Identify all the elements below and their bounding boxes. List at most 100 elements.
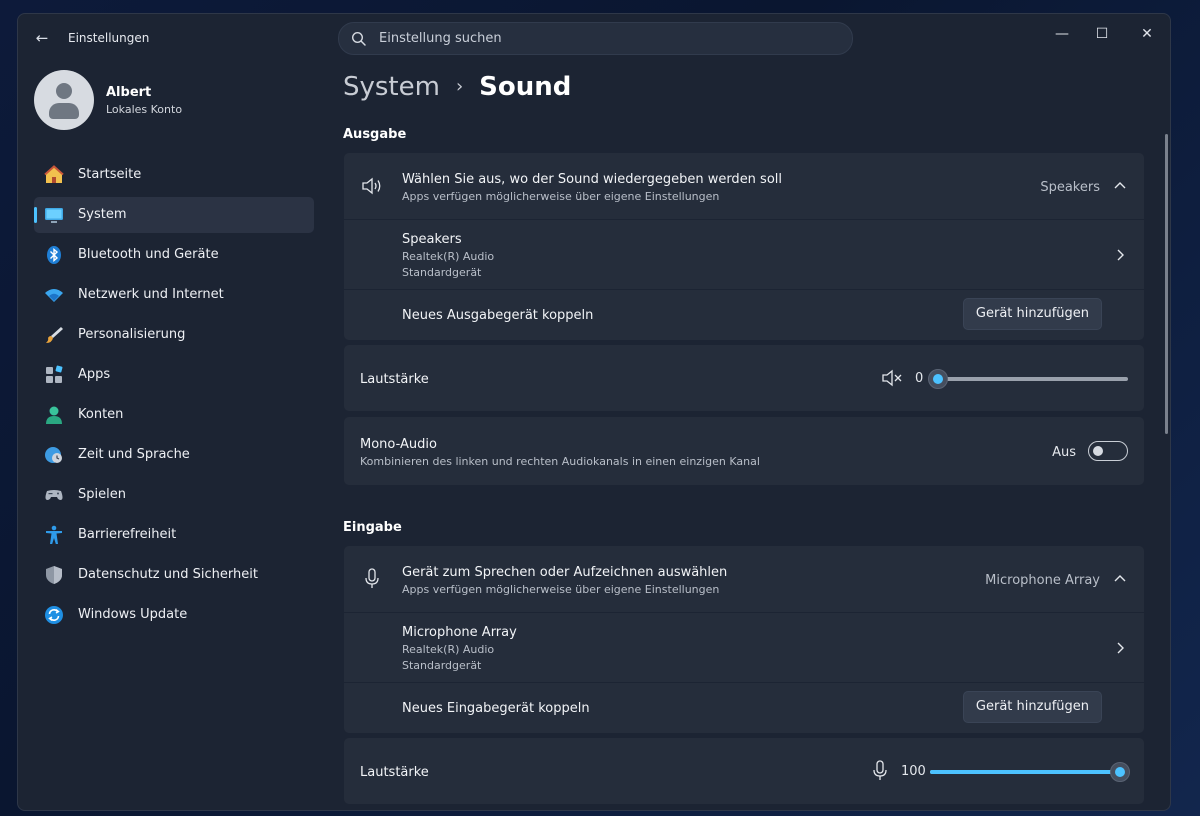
- profile-account-type: Lokales Konto: [106, 103, 183, 116]
- back-arrow-icon[interactable]: ←: [32, 28, 52, 48]
- pair-output-label: Neues Ausgabegerät koppeln: [402, 308, 594, 323]
- sidebar-item-label: Bluetooth und Geräte: [78, 247, 219, 262]
- page-title: Sound: [479, 72, 572, 102]
- brush-icon: [46, 327, 63, 343]
- sidebar-item-network[interactable]: Netzwerk und Internet: [34, 277, 314, 313]
- gamepad-icon: [45, 490, 63, 500]
- sidebar-item-accessibility[interactable]: Barrierefreiheit: [34, 517, 314, 553]
- output-volume-slider[interactable]: [938, 377, 1128, 381]
- sidebar-item-home[interactable]: Startseite: [34, 157, 314, 193]
- output-volume-thumb[interactable]: [928, 369, 948, 389]
- sidebar-item-label: Netzwerk und Internet: [78, 287, 224, 302]
- sidebar-item-label: System: [78, 207, 127, 222]
- chevron-right-icon: [1117, 249, 1124, 261]
- sidebar-item-apps[interactable]: Apps: [34, 357, 314, 393]
- output-volume-label: Lautstärke: [360, 372, 429, 387]
- input-volume-card: Lautstärke 100: [344, 738, 1144, 804]
- globe-clock-icon: [45, 447, 62, 463]
- input-volume-slider[interactable]: [930, 770, 1120, 774]
- mono-audio-state: Aus: [1052, 445, 1076, 460]
- add-output-device-button[interactable]: Gerät hinzufügen: [962, 298, 1102, 330]
- title-bar: ← Einstellungen — ☐ ✕: [18, 14, 1170, 62]
- sidebar-item-windows-update[interactable]: Windows Update: [34, 597, 314, 633]
- input-device-card: Gerät zum Sprechen oder Aufzeichnen ausw…: [344, 546, 1144, 733]
- chevron-up-icon[interactable]: [1114, 181, 1126, 189]
- output-device-select[interactable]: Wählen Sie aus, wo der Sound wiedergegeb…: [344, 153, 1144, 219]
- chevron-right-icon: [1117, 642, 1124, 654]
- minimize-button[interactable]: —: [1042, 20, 1082, 48]
- microphone-icon: [365, 568, 379, 588]
- sidebar-item-personalization[interactable]: Personalisierung: [34, 317, 314, 353]
- sidebar-nav: Startseite System Bluetooth und Geräte N…: [34, 157, 314, 637]
- pair-input-label: Neues Eingabegerät koppeln: [402, 701, 590, 716]
- sidebar-item-label: Startseite: [78, 167, 142, 182]
- device-name: Microphone Array: [402, 625, 517, 640]
- sidebar-item-label: Konten: [78, 407, 124, 422]
- settings-window: ← Einstellungen — ☐ ✕ Albert Lokales Kon…: [17, 13, 1171, 811]
- mono-audio-card: Mono-Audio Kombinieren des linken und re…: [344, 417, 1144, 485]
- search-input[interactable]: [379, 23, 839, 54]
- input-device-select[interactable]: Gerät zum Sprechen oder Aufzeichnen ausw…: [344, 546, 1144, 612]
- chevron-up-icon[interactable]: [1114, 574, 1126, 582]
- sidebar-item-label: Zeit und Sprache: [78, 447, 190, 462]
- close-button[interactable]: ✕: [1127, 20, 1167, 48]
- device-driver: Realtek(R) Audio: [402, 643, 495, 656]
- output-selected-device: Speakers: [1040, 180, 1100, 195]
- input-volume-label: Lautstärke: [360, 765, 429, 780]
- search-icon: [351, 31, 366, 46]
- sidebar-item-accounts[interactable]: Konten: [34, 397, 314, 433]
- output-device-card: Wählen Sie aus, wo der Sound wiedergegeb…: [344, 153, 1144, 340]
- breadcrumb: System › Sound: [343, 72, 571, 102]
- breadcrumb-separator: ›: [455, 76, 464, 97]
- section-title-input: Eingabe: [343, 520, 402, 535]
- speaker-icon: [362, 177, 381, 195]
- update-icon: [45, 606, 63, 624]
- sidebar-item-system[interactable]: System: [34, 197, 314, 233]
- person-icon: [46, 406, 62, 424]
- input-device-microphone-array[interactable]: Microphone Array Realtek(R) Audio Standa…: [344, 613, 1144, 682]
- shield-icon: [46, 566, 62, 584]
- accessibility-icon: [46, 525, 62, 544]
- sidebar-item-time-language[interactable]: Zeit und Sprache: [34, 437, 314, 473]
- input-selected-device: Microphone Array: [985, 573, 1100, 588]
- profile-name: Albert: [106, 85, 152, 100]
- input-select-title: Gerät zum Sprechen oder Aufzeichnen ausw…: [402, 565, 728, 580]
- speaker-muted-icon[interactable]: [881, 369, 903, 387]
- device-status: Standardgerät: [402, 659, 482, 672]
- monitor-icon: [45, 208, 63, 223]
- mono-audio-title: Mono-Audio: [360, 437, 437, 452]
- maximize-button[interactable]: ☐: [1082, 20, 1122, 48]
- sidebar-item-gaming[interactable]: Spielen: [34, 477, 314, 513]
- pair-output-device-row: Neues Ausgabegerät koppeln Gerät hinzufü…: [344, 290, 1144, 340]
- breadcrumb-parent[interactable]: System: [343, 72, 440, 102]
- pair-input-device-row: Neues Eingabegerät koppeln Gerät hinzufü…: [344, 683, 1144, 733]
- avatar[interactable]: [34, 70, 94, 130]
- sidebar-item-label: Datenschutz und Sicherheit: [78, 567, 258, 582]
- sidebar-item-bluetooth[interactable]: Bluetooth und Geräte: [34, 237, 314, 273]
- scrollbar[interactable]: [1165, 134, 1168, 434]
- add-input-device-button[interactable]: Gerät hinzufügen: [962, 691, 1102, 723]
- sidebar-item-label: Personalisierung: [78, 327, 186, 342]
- device-name: Speakers: [402, 232, 462, 247]
- section-title-output: Ausgabe: [343, 127, 407, 142]
- output-device-speakers[interactable]: Speakers Realtek(R) Audio Standardgerät: [344, 220, 1144, 289]
- device-status: Standardgerät: [402, 266, 482, 279]
- home-icon: [44, 165, 64, 183]
- apps-icon: [46, 365, 63, 383]
- device-driver: Realtek(R) Audio: [402, 250, 495, 263]
- sidebar-item-privacy-security[interactable]: Datenschutz und Sicherheit: [34, 557, 314, 593]
- app-title: Einstellungen: [68, 31, 150, 45]
- mono-audio-subtitle: Kombinieren des linken und rechten Audio…: [360, 455, 760, 468]
- sidebar-item-label: Barrierefreiheit: [78, 527, 177, 542]
- output-select-title: Wählen Sie aus, wo der Sound wiedergegeb…: [402, 172, 783, 187]
- microphone-icon[interactable]: [872, 760, 888, 782]
- sidebar-item-label: Apps: [78, 367, 111, 382]
- mono-audio-toggle[interactable]: [1088, 441, 1128, 461]
- search-box[interactable]: [338, 22, 853, 55]
- input-volume-value: 100: [901, 764, 926, 779]
- sidebar-item-label: Spielen: [78, 487, 126, 502]
- input-volume-thumb[interactable]: [1110, 762, 1130, 782]
- wifi-icon: [45, 289, 63, 302]
- input-volume-fill: [930, 770, 1120, 774]
- bluetooth-icon: [47, 246, 61, 264]
